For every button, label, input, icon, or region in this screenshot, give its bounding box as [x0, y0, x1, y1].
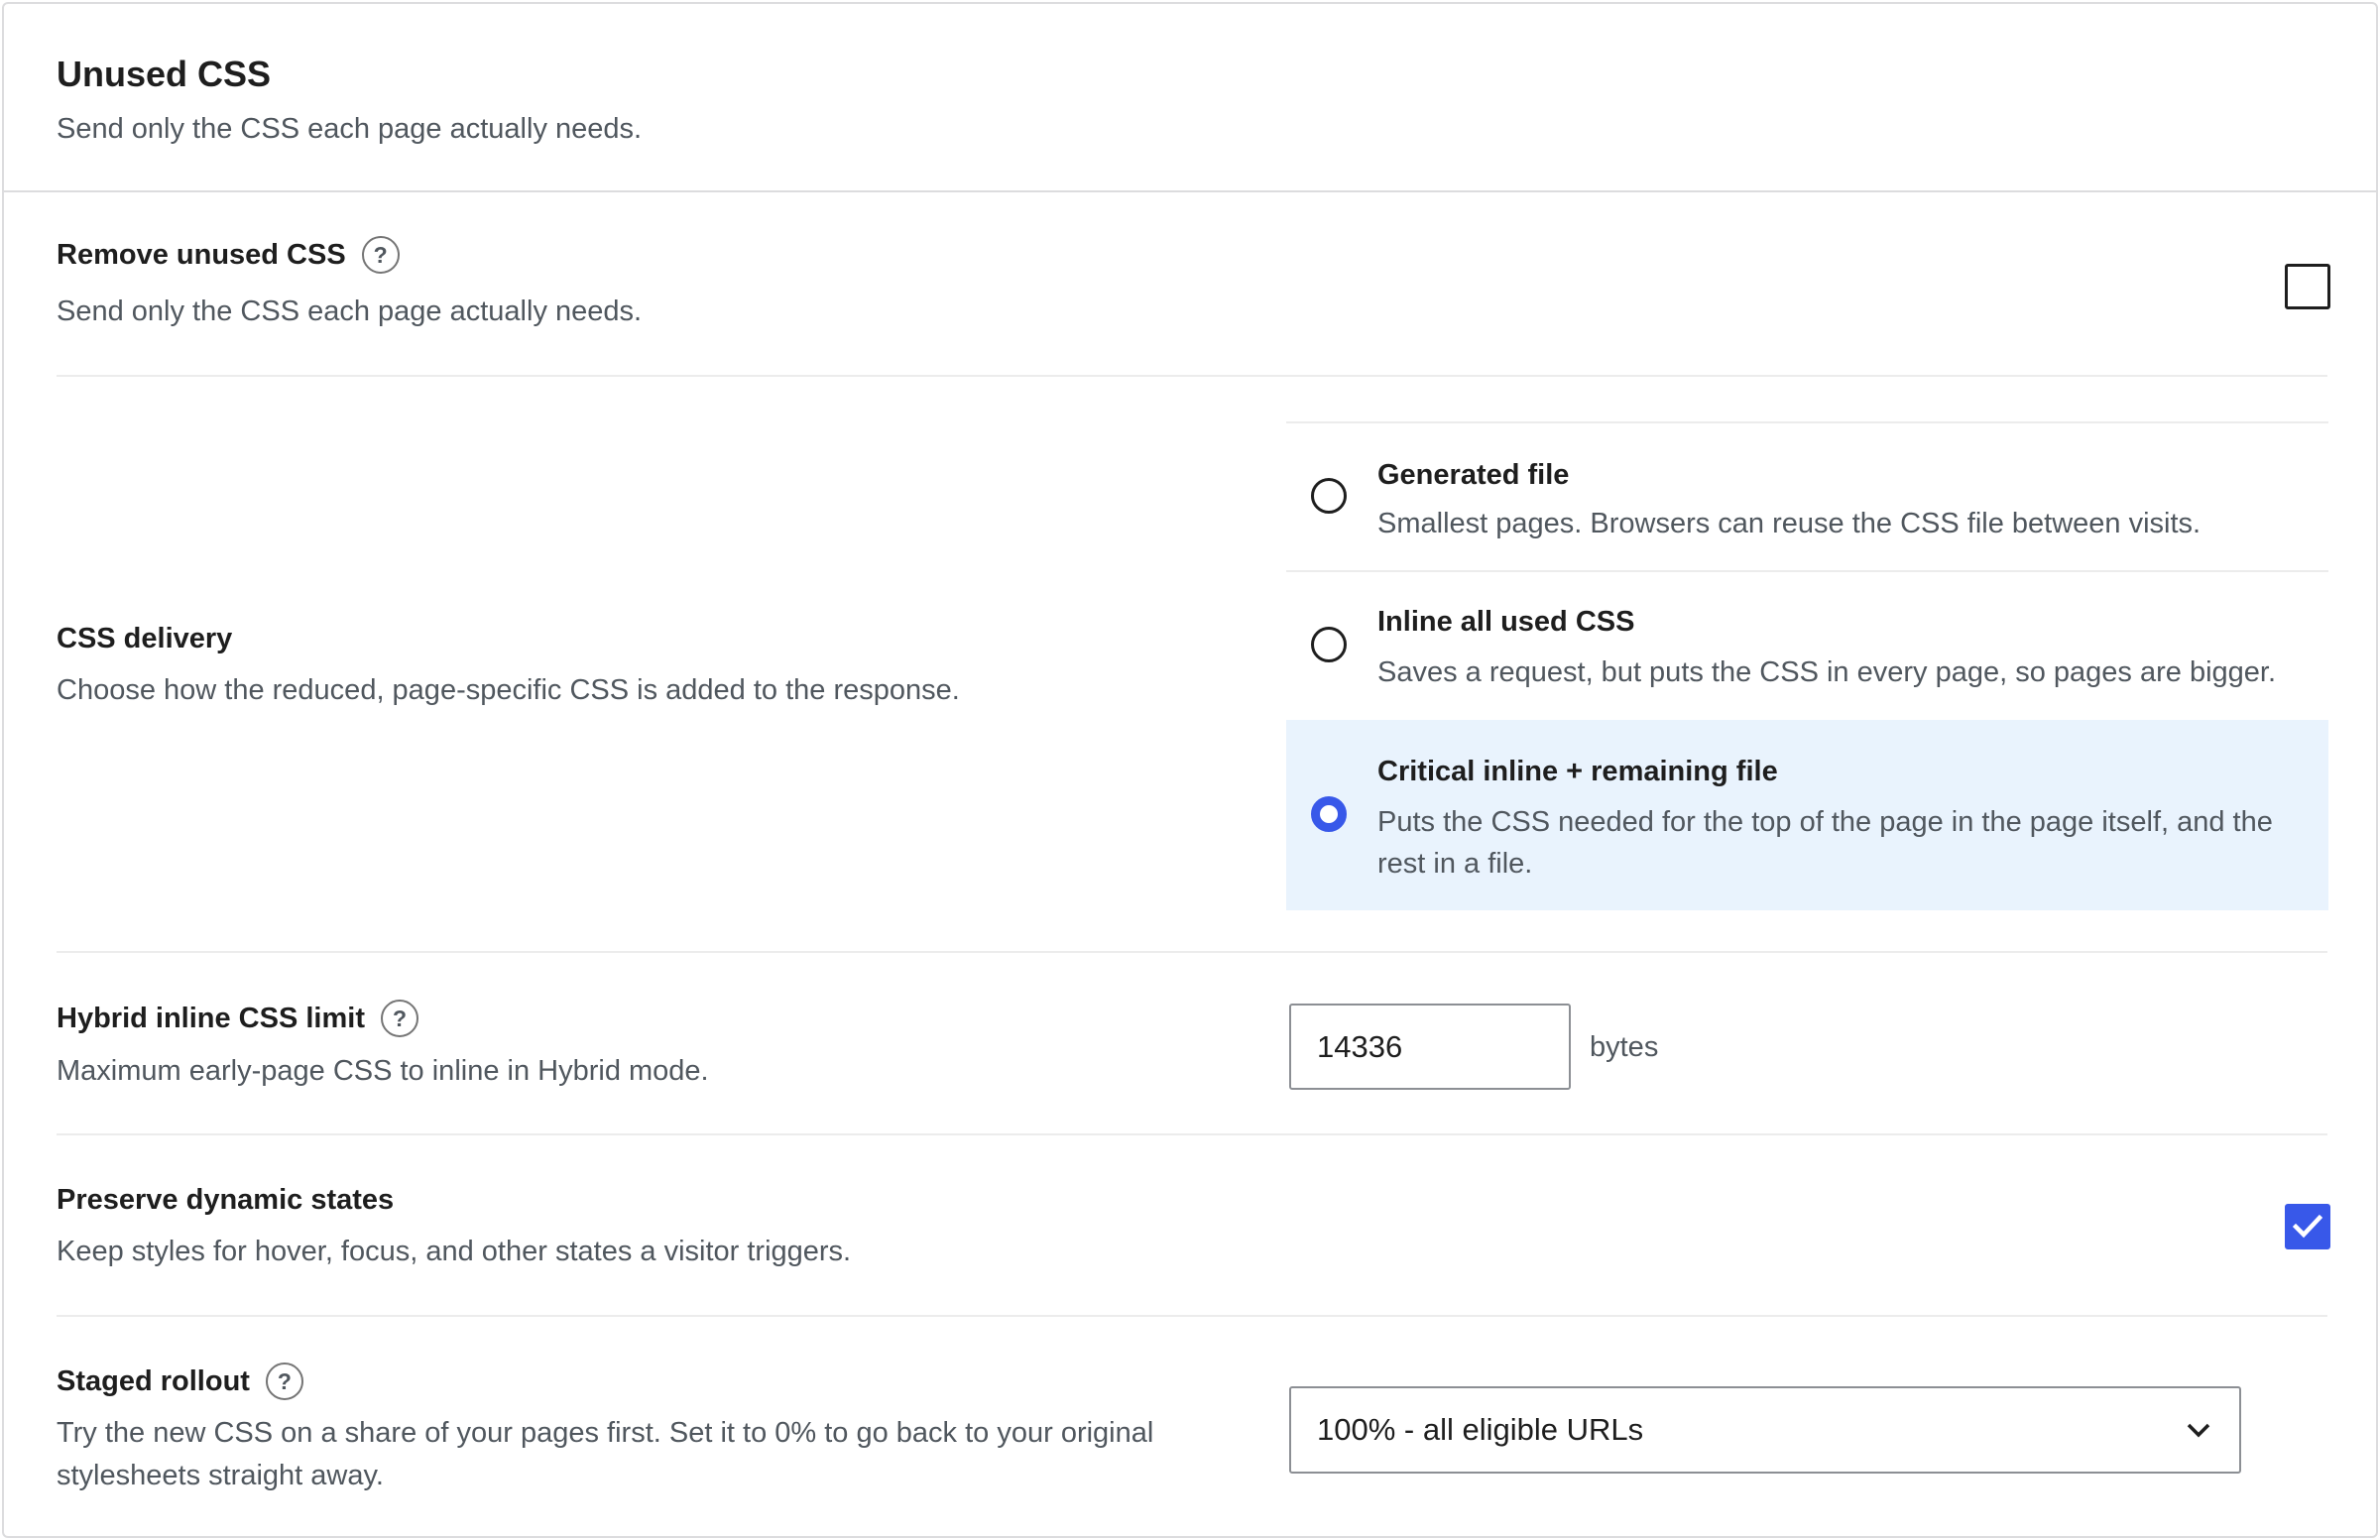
radio-option-critical-inline[interactable]: Critical inline + remaining file Puts th…	[1286, 720, 2328, 910]
radio-button-inline-all[interactable]	[1311, 627, 1347, 662]
bytes-unit-label: bytes	[1590, 1031, 1659, 1063]
help-icon[interactable]: ?	[361, 236, 400, 274]
staged-rollout-description-line2: stylesheets straight away.	[57, 1460, 384, 1491]
option-label: Inline all used CSS	[1377, 606, 1635, 638]
staged-rollout-title: Staged rollout ?	[57, 1362, 303, 1400]
card-header: Unused CSS Send only the CSS each page a…	[4, 4, 2376, 192]
option-description: Puts the CSS needed for the top of the p…	[1377, 806, 2273, 880]
settings-card: Unused CSS Send only the CSS each page a…	[2, 2, 2378, 1538]
staged-rollout-label: Staged rollout	[57, 1364, 250, 1397]
css-delivery-radio-group: Generated file Smallest pages. Browsers …	[1286, 421, 2328, 910]
hybrid-limit-title: Hybrid inline CSS limit ?	[57, 1000, 418, 1037]
help-icon[interactable]: ?	[381, 1000, 418, 1037]
divider	[57, 1315, 2327, 1317]
hybrid-limit-description: Maximum early-page CSS to inline in Hybr…	[57, 1055, 709, 1087]
option-label: Generated file	[1377, 459, 1570, 491]
card-title: Unused CSS	[57, 54, 272, 94]
option-label: Critical inline + remaining file	[1377, 756, 1778, 787]
divider	[57, 375, 2327, 377]
radio-button-critical-inline[interactable]	[1311, 796, 1347, 832]
checkmark-icon	[2293, 1214, 2322, 1239]
preserve-states-description: Keep styles for hover, focus, and other …	[57, 1236, 852, 1267]
radio-option-generated-file[interactable]: Generated file Smallest pages. Browsers …	[1286, 421, 2328, 570]
divider	[57, 1133, 2327, 1135]
radio-button-generated-file[interactable]	[1311, 478, 1347, 514]
option-description: Saves a request, but puts the CSS in eve…	[1377, 656, 2277, 688]
hybrid-limit-label: Hybrid inline CSS limit	[57, 1002, 365, 1034]
radio-option-inline-all[interactable]: Inline all used CSS Saves a request, but…	[1286, 570, 2328, 720]
preserve-states-label: Preserve dynamic states	[57, 1184, 395, 1216]
remove-unused-title: Remove unused CSS ?	[57, 236, 400, 274]
card-subtitle: Send only the CSS each page actually nee…	[57, 113, 643, 145]
preserve-states-checkbox[interactable]	[2285, 1204, 2330, 1249]
help-icon[interactable]: ?	[265, 1362, 303, 1400]
remove-unused-label: Remove unused CSS	[57, 238, 346, 271]
option-description: Smallest pages. Browsers can reuse the C…	[1377, 508, 2202, 539]
preserve-states-title: Preserve dynamic states	[57, 1184, 394, 1217]
css-delivery-title: CSS delivery	[57, 623, 232, 655]
staged-rollout-description-line1: Try the new CSS on a share of your pages…	[57, 1417, 1154, 1449]
staged-rollout-select[interactable]: 100% - all eligible URLs	[1289, 1386, 2241, 1474]
select-value: 100% - all eligible URLs	[1317, 1412, 1644, 1447]
remove-unused-checkbox[interactable]	[2285, 264, 2330, 309]
divider	[57, 951, 2327, 953]
css-delivery-label: CSS delivery	[57, 623, 233, 654]
chevron-down-icon	[2187, 1423, 2210, 1438]
remove-unused-description: Send only the CSS each page actually nee…	[57, 296, 643, 327]
hybrid-limit-input[interactable]: 14336	[1289, 1004, 1571, 1090]
css-delivery-description: Choose how the reduced, page-specific CS…	[57, 674, 960, 706]
